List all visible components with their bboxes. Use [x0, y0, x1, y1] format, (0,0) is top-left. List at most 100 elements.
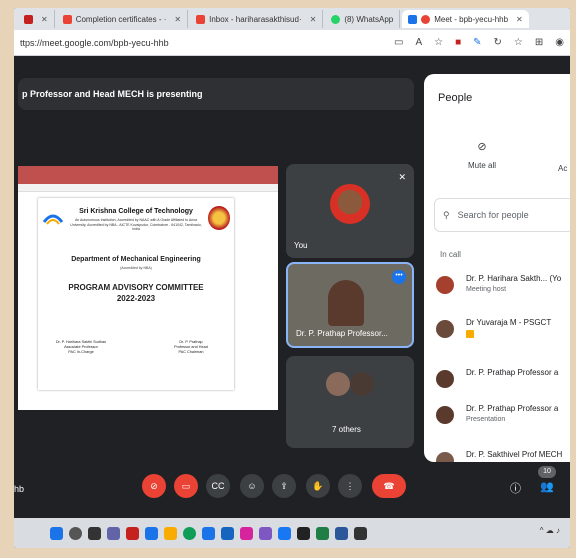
photo-frame: ✕ Completion certificates - · ✕ Inbox - h…	[0, 0, 576, 558]
meet-icon	[408, 14, 418, 24]
present-button[interactable]: ⇪	[272, 474, 296, 498]
app-icon[interactable]	[259, 526, 272, 540]
edge-icon[interactable]	[183, 526, 196, 540]
participant-row[interactable]: Dr Yuvaraja M - PSGCT	[436, 318, 570, 348]
mute-all-button[interactable]: ⊘ Mute all	[462, 140, 502, 170]
shared-screen: Sri Krishna College of Technology An Aut…	[18, 166, 278, 410]
panel-title: People	[438, 92, 473, 104]
tab-meet[interactable]: Meet - bpb-yecu-hhb ✕	[402, 10, 529, 28]
tile-label: Dr. P. Prathap Professor...	[296, 329, 388, 338]
slide-heading-line1: PROGRAM ADVISORY COMMITTEE	[68, 283, 204, 292]
meet-stage: p Professor and Head MECH is presenting …	[14, 56, 570, 518]
tile-you[interactable]: ✕ You	[286, 164, 414, 258]
tab-inbox[interactable]: Inbox - hariharasakthisud· ✕	[190, 10, 324, 28]
signatory-left: Dr. P. Harihara Sakthi Sudhan Associate …	[46, 340, 116, 355]
search-icon[interactable]	[69, 526, 82, 540]
avatar	[436, 406, 454, 424]
signatory-role: PAC In-Charge	[68, 350, 94, 354]
participant-name: Dr Yuvaraja M - PSGCT	[466, 318, 552, 327]
college-subtitle: An Autonomous Institution, Accredited by…	[70, 218, 202, 231]
emoji-button[interactable]: ☺	[240, 474, 264, 498]
powerpoint-ribbon	[18, 184, 278, 192]
avatar	[330, 184, 370, 224]
participant-name: Dr. P. Prathap Professor a	[466, 368, 559, 377]
system-tray[interactable]: ^ ☁ ♪	[540, 526, 560, 535]
captions-button[interactable]: CC	[206, 474, 230, 498]
app-icon[interactable]	[126, 526, 139, 540]
college-name: Sri Krishna College of Technology	[79, 208, 193, 215]
camera-toggle-button[interactable]: ▭	[174, 474, 198, 498]
start-icon[interactable]	[50, 526, 63, 540]
extension-icon[interactable]: ■	[455, 37, 461, 48]
app-icon[interactable]	[221, 526, 234, 540]
app-icon[interactable]	[145, 526, 158, 540]
read-aloud-icon[interactable]: A	[415, 37, 422, 48]
app-icon[interactable]	[354, 526, 367, 540]
word-icon[interactable]	[335, 526, 348, 540]
search-input[interactable]: ⚲ Search for people	[434, 198, 570, 232]
tile-others[interactable]: 7 others	[286, 356, 414, 448]
tab-certificates[interactable]: Completion certificates - · ✕	[57, 10, 189, 28]
tab-pinned[interactable]: ✕	[18, 10, 55, 28]
browser-toolbar: ▭ A ☆ ■ ✎ ↻ ☆ ⊞ ◉	[394, 37, 564, 48]
collections-icon[interactable]: ⊞	[535, 37, 543, 48]
app-icon	[24, 14, 33, 24]
pen-icon[interactable]: ✎	[473, 37, 481, 48]
app-icon[interactable]	[202, 526, 215, 540]
avatar	[436, 452, 454, 462]
browser-tab-strip: ✕ Completion certificates - · ✕ Inbox - h…	[14, 8, 570, 30]
close-icon[interactable]: ✕	[41, 15, 48, 24]
app-icon[interactable]	[297, 526, 310, 540]
people-icon[interactable]: 👥	[540, 480, 554, 493]
participant-row[interactable]: Dr. P. Prathap Professor a	[436, 368, 570, 398]
info-icon[interactable]: ⓘ	[510, 480, 521, 496]
mute-all-label: Mute all	[467, 161, 496, 170]
slide-heading: PROGRAM ADVISORY COMMITTEE 2022-2023	[38, 282, 234, 304]
profile-icon[interactable]: ◉	[555, 37, 564, 48]
windows-taskbar: ^ ☁ ♪	[14, 518, 570, 548]
taskview-icon[interactable]	[88, 526, 101, 540]
participant-role: Presentation	[466, 416, 506, 423]
close-icon[interactable]: ✕	[516, 15, 523, 24]
mic-toggle-button[interactable]: ⊘	[142, 474, 166, 498]
facebook-icon[interactable]	[278, 526, 291, 540]
close-icon[interactable]: ✕	[174, 15, 181, 24]
anniversary-seal	[208, 206, 230, 230]
participant-row[interactable]: Dr. P. Sakthivel Prof MECH	[436, 450, 570, 462]
more-options-button[interactable]: ⋮	[338, 474, 362, 498]
gmail-icon	[62, 14, 72, 24]
accreditation-note: (Accredited by NBA)	[120, 266, 152, 270]
college-logo	[42, 214, 64, 225]
excel-icon[interactable]	[316, 526, 329, 540]
add-people-button[interactable]: Ac	[558, 164, 567, 173]
url-field[interactable]: ttps://meet.google.com/bpb-yecu-hhb	[20, 38, 394, 48]
participant-row[interactable]: Dr. P. Prathap Professor a Presentation	[436, 404, 570, 434]
badge-icon	[466, 330, 474, 338]
signatory-role: PAC Chairman	[178, 350, 204, 354]
favorite-icon[interactable]: ☆	[434, 37, 443, 48]
tile-label: 7 others	[332, 425, 361, 434]
more-options-icon[interactable]: •••	[392, 270, 406, 284]
presentation-slide: Sri Krishna College of Technology An Aut…	[38, 198, 234, 390]
tab-label: (8) WhatsApp	[344, 14, 394, 24]
folder-icon[interactable]	[164, 526, 177, 540]
participant-count-badge: 10	[538, 466, 556, 478]
end-call-button[interactable]: ☎	[372, 474, 406, 498]
close-icon[interactable]: ✕	[310, 15, 317, 24]
signatory-right: Dr. P. Prathap Professor and Head PAC Ch…	[156, 340, 226, 355]
participant-video	[328, 280, 364, 326]
instagram-icon[interactable]	[240, 526, 253, 540]
tab-whatsapp[interactable]: (8) WhatsApp	[325, 10, 401, 28]
chat-icon[interactable]	[107, 526, 120, 540]
favorites-bar-icon[interactable]: ☆	[514, 37, 523, 48]
recording-icon	[421, 14, 431, 24]
camera-icon[interactable]: ▭	[394, 37, 403, 48]
slide-heading-line2: 2022-2023	[116, 294, 156, 303]
raise-hand-button[interactable]: ✋	[306, 474, 330, 498]
participant-row[interactable]: Dr. P. Harihara Sakth... (Yo Meeting hos…	[436, 274, 570, 304]
search-placeholder: Search for people	[457, 210, 529, 220]
meeting-code: hb	[14, 484, 25, 494]
tab-label: Completion certificates - ·	[75, 14, 167, 24]
tile-presenter[interactable]: ••• Dr. P. Prathap Professor...	[286, 262, 414, 348]
refresh-icon[interactable]: ↻	[494, 37, 502, 48]
